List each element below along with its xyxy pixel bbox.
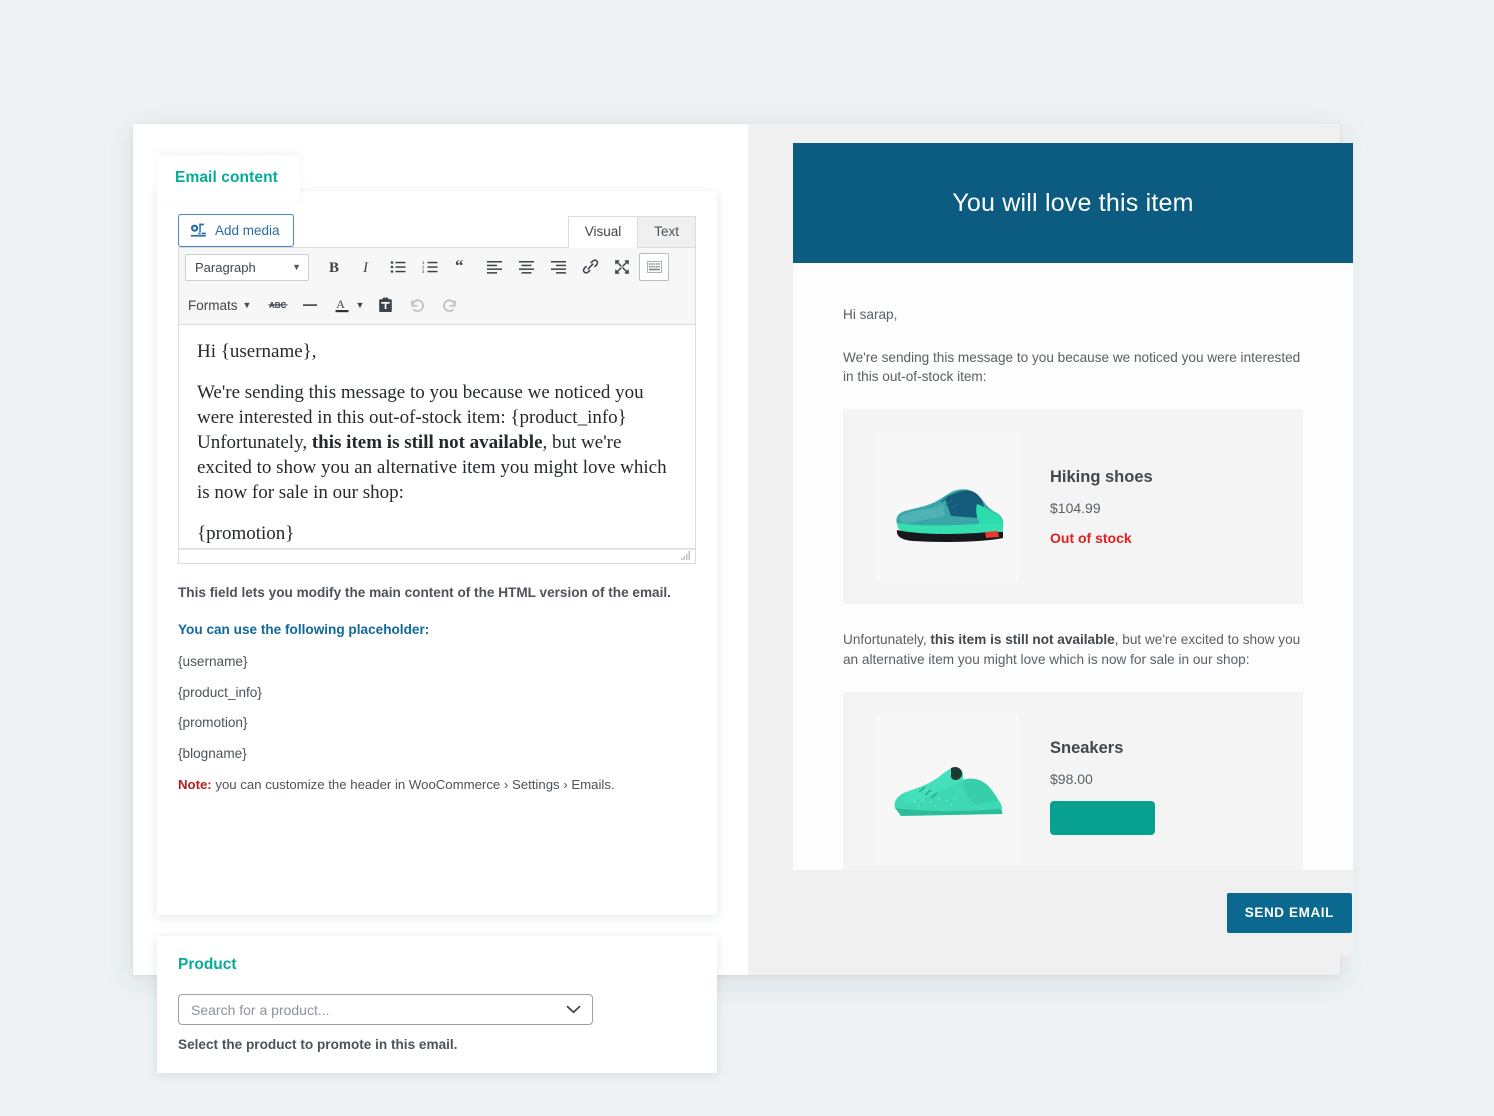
preview-footer: SEND EMAIL: [793, 870, 1353, 955]
blockquote-icon[interactable]: “: [447, 253, 477, 281]
placeholder-item: {product_info}: [178, 684, 262, 700]
editor-status-bar: [178, 549, 696, 564]
placeholder-heading: You can use the following placeholder:: [178, 622, 430, 637]
editor-body-part-b: Unfortunately,: [197, 432, 312, 454]
product-buy-button[interactable]: [1050, 800, 1155, 835]
redo-icon[interactable]: [434, 291, 464, 319]
numbered-list-icon[interactable]: 1 2 3: [415, 253, 445, 281]
add-media-icon: [190, 223, 207, 238]
email-preview: You will love this item Hi sarap, We're …: [793, 143, 1353, 870]
product-help-text: Select the product to promote in this em…: [178, 1037, 458, 1052]
product-meta: Sneakers $98.00: [1050, 739, 1155, 840]
product-card: Product Search for a product... Select t…: [157, 936, 717, 1073]
editor-toolbar-row-2: Formats ▼ ABC A ▼: [179, 286, 695, 324]
editor-resize-handle-icon[interactable]: [681, 551, 691, 560]
email-greeting: Hi sarap,: [843, 307, 898, 322]
align-center-icon[interactable]: [511, 253, 541, 281]
editor-paragraph-promotion: {promotion}: [197, 523, 295, 545]
chevron-down-icon: ▼: [242, 300, 252, 310]
email-product-block: Sneakers $98.00: [843, 691, 1303, 870]
align-right-icon[interactable]: [543, 253, 573, 281]
paste-as-text-icon[interactable]: [370, 291, 400, 319]
editor-toolbar-row-1: Paragraph ▼ B I 1 2 3 “: [179, 248, 695, 286]
product-search-select[interactable]: Search for a product...: [178, 994, 593, 1025]
text-color-chevron-down-icon[interactable]: ▼: [355, 300, 364, 310]
email-body: Hi sarap, We're sending this message to …: [793, 263, 1353, 870]
fullscreen-icon[interactable]: [607, 253, 637, 281]
email-content-card: Add media Visual Text Paragraph ▼ B I 1 …: [157, 191, 717, 915]
horizontal-rule-icon[interactable]: [295, 291, 325, 319]
svg-text:“: “: [455, 260, 464, 274]
insert-link-icon[interactable]: [575, 253, 605, 281]
email-header-banner: You will love this item: [793, 143, 1353, 263]
product-price: $104.99: [1050, 499, 1101, 516]
placeholder-item: {username}: [178, 654, 248, 669]
editor-body-bold: this item is still not available: [311, 432, 543, 454]
product-name: Sneakers: [1050, 738, 1124, 757]
paragraph-format-value: Paragraph: [195, 259, 256, 275]
editor-column: Email content Add media Visual Text Para…: [133, 124, 748, 1073]
svg-text:B: B: [329, 260, 339, 275]
undo-icon[interactable]: [402, 291, 432, 319]
email-mid-part-a: Unfortunately,: [843, 632, 931, 648]
editor-content-area[interactable]: Hi {username}, We're sending this messag…: [178, 325, 696, 549]
paragraph-format-select[interactable]: Paragraph ▼: [185, 253, 309, 281]
editor-toolbar-top: Add media Visual Text: [178, 211, 696, 248]
strikethrough-icon[interactable]: ABC: [263, 291, 293, 319]
align-left-icon[interactable]: [479, 253, 509, 281]
placeholder-list: {username} {product_info} {promotion} {b…: [178, 655, 696, 760]
product-search-placeholder: Search for a product...: [191, 1001, 330, 1018]
placeholder-item: {blogname}: [178, 745, 247, 761]
email-mid-bold: this item is still not available: [930, 632, 1115, 648]
product-image-sneakers: [876, 714, 1019, 865]
chevron-down-icon: [566, 1001, 581, 1019]
editor-help-text: This field lets you modify the main cont…: [178, 585, 671, 600]
note-line: Note: you can customize the header in Wo…: [178, 777, 696, 792]
email-preview-column: You will love this item Hi sarap, We're …: [748, 124, 1353, 975]
formats-label: Formats: [188, 297, 238, 313]
editor-mode-tabs: Visual Text: [567, 215, 696, 248]
tab-text[interactable]: Text: [638, 215, 696, 248]
product-image-hiking-shoes: [876, 431, 1019, 582]
placeholder-item: {promotion}: [178, 715, 248, 731]
svg-text:ABC: ABC: [269, 301, 287, 310]
add-media-button[interactable]: Add media: [178, 214, 294, 247]
editor-paragraph-body: We're sending this message to you becaus…: [197, 380, 677, 505]
chevron-down-icon: ▼: [292, 262, 301, 272]
svg-text:I: I: [362, 260, 369, 275]
bold-icon[interactable]: B: [319, 253, 349, 281]
note-keyword: Note:: [178, 777, 212, 793]
formats-menu-button[interactable]: Formats ▼: [185, 295, 257, 316]
editor-toolbar: Paragraph ▼ B I 1 2 3 “ Formats ▼ ABC A …: [178, 247, 696, 325]
product-stock-status: Out of stock: [1050, 529, 1132, 546]
email-mid-text: Unfortunately, this item is still not av…: [843, 630, 1303, 669]
tab-email-content-label: Email content: [175, 169, 278, 186]
product-price: $98.00: [1050, 770, 1093, 787]
text-color-icon[interactable]: A: [327, 291, 357, 319]
email-intro: We're sending this message to you becaus…: [843, 349, 1301, 385]
product-section-title: Product: [178, 956, 237, 973]
email-header-title: You will love this item: [952, 188, 1194, 217]
tab-email-content[interactable]: Email content: [157, 155, 300, 201]
svg-text:A: A: [337, 297, 346, 311]
product-name: Hiking shoes: [1050, 467, 1153, 486]
svg-text:3: 3: [422, 269, 425, 274]
product-meta: Hiking shoes $104.99 Out of stock: [1050, 468, 1153, 546]
toolbar-toggle-icon[interactable]: [639, 253, 669, 281]
send-email-button[interactable]: SEND EMAIL: [1226, 892, 1352, 933]
editor-paragraph-greeting: Hi {username},: [197, 341, 317, 362]
app-window: Email content Add media Visual Text Para…: [133, 124, 1353, 1073]
italic-icon[interactable]: I: [351, 253, 381, 281]
editor-body-part-a: We're sending this message to you becaus…: [197, 382, 644, 429]
tab-visual[interactable]: Visual: [567, 215, 639, 248]
add-media-label: Add media: [215, 222, 280, 238]
bulleted-list-icon[interactable]: [383, 253, 413, 281]
note-text: you can customize the header in WooComme…: [211, 777, 615, 793]
email-product-block: Hiking shoes $104.99 Out of stock: [843, 409, 1303, 605]
